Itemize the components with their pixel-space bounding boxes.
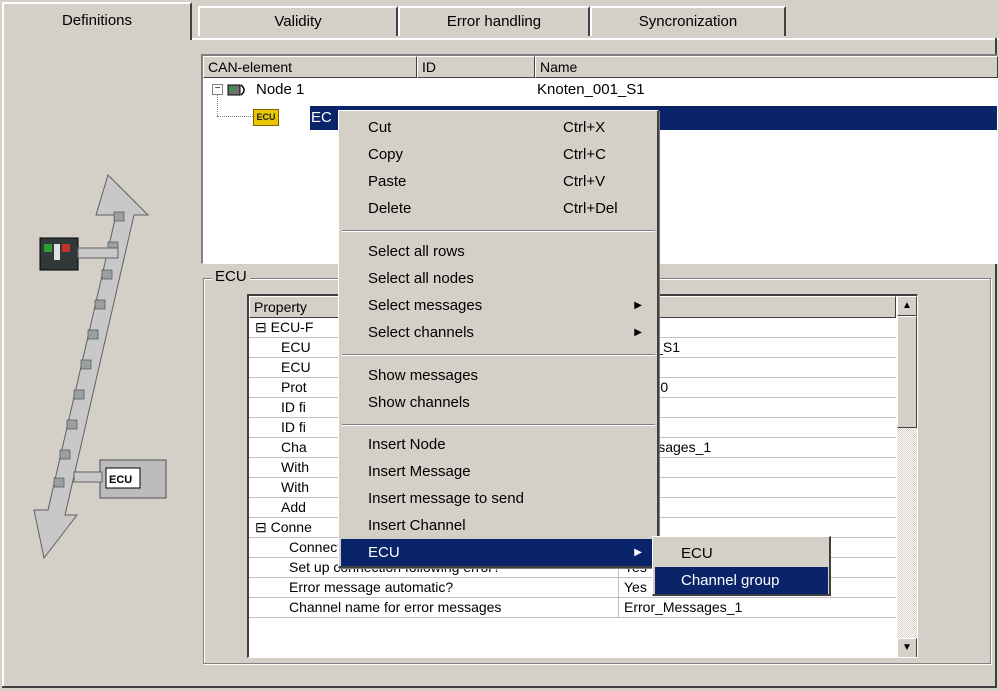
menu-item-label: Select messages: [368, 297, 483, 314]
property-name: Error message automatic?: [249, 578, 619, 598]
menu-item-label: Cut: [368, 119, 392, 136]
menu-item-select-channels[interactable]: Select channels ▶: [341, 319, 656, 346]
ecu-device-icon: ECU: [73, 459, 167, 499]
menu-item-insert-message-to-send[interactable]: Insert message to send: [341, 485, 656, 512]
property-name: Channel name for error messages: [249, 598, 619, 618]
ecu-submenu: ECU Channel group: [652, 536, 831, 596]
menu-item-insert-channel[interactable]: Insert Channel: [341, 512, 656, 539]
can-bus-arrow-icon: [33, 174, 150, 560]
tab-definitions[interactable]: Definitions: [2, 2, 192, 40]
menu-item-cut[interactable]: Cut Ctrl+X: [341, 114, 656, 141]
menu-separator: [342, 230, 655, 232]
property-value: P 2000: [620, 378, 896, 398]
menu-item-label: Paste: [368, 173, 407, 190]
property-value: Error_Messages_1: [624, 599, 743, 615]
scroll-up-arrow-icon[interactable]: ▲: [897, 296, 917, 316]
property-value: n: [620, 418, 896, 438]
tree-item-node-1[interactable]: Node 1: [256, 79, 304, 101]
menu-item-shortcut: Ctrl+C: [563, 146, 606, 163]
tab-divider: [192, 38, 999, 40]
menu-item-show-messages[interactable]: Show messages: [341, 362, 656, 389]
property-value: _001_S1: [620, 338, 896, 358]
menu-item-label: ECU: [368, 544, 400, 561]
menu-item-label: Select channels: [368, 324, 474, 341]
menu-item-show-channels[interactable]: Show channels: [341, 389, 656, 416]
tab-validity[interactable]: Validity: [198, 6, 398, 36]
tree-item-ecu[interactable]: EC: [311, 107, 332, 129]
menu-item-shortcut: Ctrl+Del: [563, 200, 618, 217]
node-icon: [227, 84, 245, 96]
menu-item-delete[interactable]: Delete Ctrl+Del: [341, 195, 656, 222]
menu-separator: [342, 354, 655, 356]
submenu-item-channel-group[interactable]: Channel group: [655, 567, 828, 594]
property-value: [620, 358, 896, 378]
tree-line: [217, 116, 253, 117]
menu-item-insert-node[interactable]: Insert Node: [341, 431, 656, 458]
submenu-arrow-icon: ▶: [634, 327, 642, 338]
menu-item-shortcut: Ctrl+V: [563, 173, 606, 190]
menu-item-label: Copy: [368, 146, 404, 163]
property-grid-scrollbar[interactable]: ▲ ▼: [897, 296, 917, 657]
menu-item-select-messages[interactable]: Select messages ▶: [341, 292, 656, 319]
can-bus-diagram: ECU: [33, 174, 167, 560]
submenu-item-ecu[interactable]: ECU: [655, 540, 828, 567]
column-header-value[interactable]: e: [620, 296, 896, 318]
tree-item-node-1-name: Knoten_001_S1: [537, 81, 645, 98]
menu-item-select-all-rows[interactable]: Select all rows: [341, 238, 656, 265]
ecu-tree-icon: ECU: [253, 109, 279, 126]
menu-item-insert-message[interactable]: Insert Message: [341, 458, 656, 485]
property-value: ue: [620, 498, 896, 518]
column-header-name[interactable]: Name: [535, 56, 998, 78]
submenu-arrow-icon: ▶: [634, 300, 642, 311]
context-menu: Cut Ctrl+X Copy Ctrl+C Paste Ctrl+V Delete C…: [338, 110, 659, 568]
property-value: _Messages_1: [624, 439, 712, 455]
tab-syncronization[interactable]: Syncronization: [590, 6, 786, 36]
ecu-group-label: ECU: [212, 268, 250, 285]
column-header-id[interactable]: ID: [417, 56, 535, 78]
scrollbar-thumb[interactable]: [897, 316, 917, 428]
property-value: [620, 318, 896, 338]
menu-item-ecu[interactable]: ECU ▶: [341, 539, 656, 566]
menu-item-label: Delete: [368, 200, 412, 217]
page-border: [2, 38, 4, 686]
scroll-down-arrow-icon[interactable]: ▼: [897, 638, 917, 657]
tab-error-handling[interactable]: Error handling: [398, 6, 590, 36]
node-expander[interactable]: −: [212, 84, 223, 95]
menu-item-shortcut: Ctrl+X: [563, 119, 606, 136]
property-value: [620, 458, 896, 478]
ecu-box-label: ECU: [109, 474, 132, 486]
property-value: [620, 478, 896, 498]
menu-separator: [342, 424, 655, 426]
submenu-arrow-icon: ▶: [634, 547, 642, 558]
menu-item-select-all-nodes[interactable]: Select all nodes: [341, 265, 656, 292]
property-value: [620, 518, 896, 538]
page-border: [2, 686, 997, 688]
tab-strip: Definitions Validity Error handling Sync…: [0, 0, 999, 40]
property-value: n: [620, 398, 896, 418]
menu-item-paste[interactable]: Paste Ctrl+V: [341, 168, 656, 195]
menu-item-copy[interactable]: Copy Ctrl+C: [341, 141, 656, 168]
column-header-can-element[interactable]: CAN-element: [203, 56, 417, 78]
property-row[interactable]: Channel name for error messages Error_Mes…: [249, 598, 896, 618]
